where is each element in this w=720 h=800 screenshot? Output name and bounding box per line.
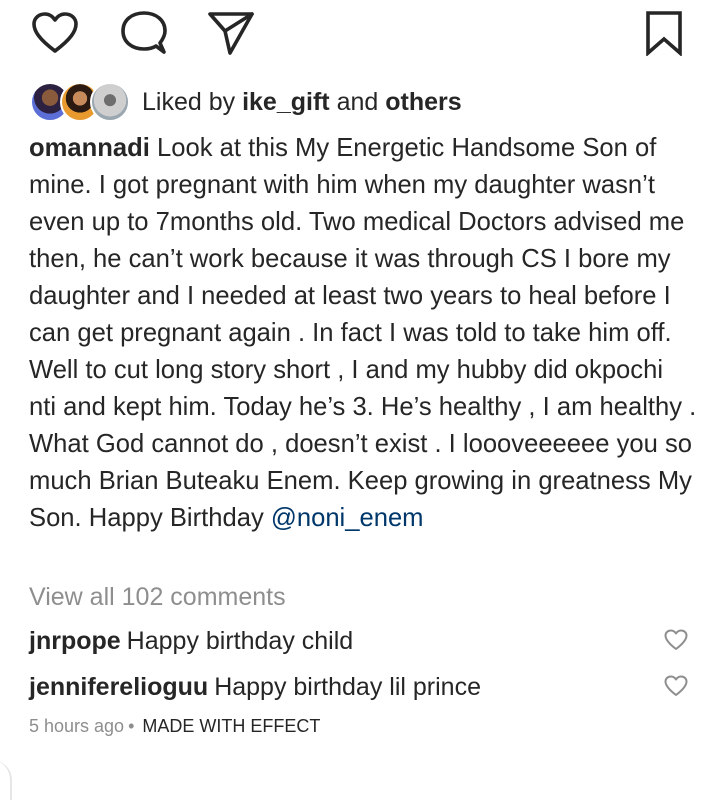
heart-outline-icon [31, 11, 79, 55]
caption-text: Look at this My Energetic Handsome Son o… [29, 134, 697, 532]
liker-username[interactable]: ike_gift [242, 88, 330, 116]
post-timestamp: 5 hours ago [29, 716, 125, 736]
meta-separator: • [128, 716, 135, 736]
comment-username[interactable]: jenniferelioguu [29, 673, 208, 702]
avatar [90, 82, 130, 122]
share-button[interactable] [205, 8, 257, 58]
caption-username[interactable]: omannadi [29, 134, 150, 162]
comment-row: jnrpope Happy birthday child [29, 623, 697, 659]
view-all-comments-link[interactable]: View all 102 comments [29, 583, 286, 612]
post-action-bar [0, 0, 720, 66]
post-caption: omannadi Look at this My Energetic Hands… [29, 130, 697, 537]
effect-label[interactable]: MADE WITH EFFECT [142, 716, 320, 737]
bookmark-icon [644, 10, 684, 56]
comment-like-icon[interactable] [664, 675, 688, 704]
comment-username[interactable]: jnrpope [29, 627, 121, 656]
save-button[interactable] [638, 8, 690, 58]
screen-edge-decoration [0, 760, 12, 800]
post-meta: 5 hours ago • MADE WITH EFFECT [29, 716, 320, 737]
comment-text: Happy birthday lil prince [214, 672, 481, 701]
comment-like-icon[interactable] [664, 629, 688, 658]
like-button[interactable] [29, 8, 81, 58]
liked-by-text: Liked by ike_gift and others [142, 88, 462, 117]
liked-by-others[interactable]: others [385, 88, 461, 116]
caption-mention[interactable]: @noni_enem [271, 504, 424, 532]
speech-bubble-icon [120, 10, 168, 56]
liked-by-row[interactable]: Liked by ike_gift and others [30, 80, 690, 124]
paper-plane-icon [206, 9, 256, 57]
comment-text: Happy birthday child [126, 626, 354, 655]
liked-by-prefix: Liked by [142, 87, 236, 116]
liked-by-connector: and [336, 87, 379, 116]
comment-button[interactable] [118, 8, 170, 58]
liker-avatars [30, 82, 130, 122]
comment-row: jenniferelioguu Happy birthday lil princ… [29, 669, 697, 705]
